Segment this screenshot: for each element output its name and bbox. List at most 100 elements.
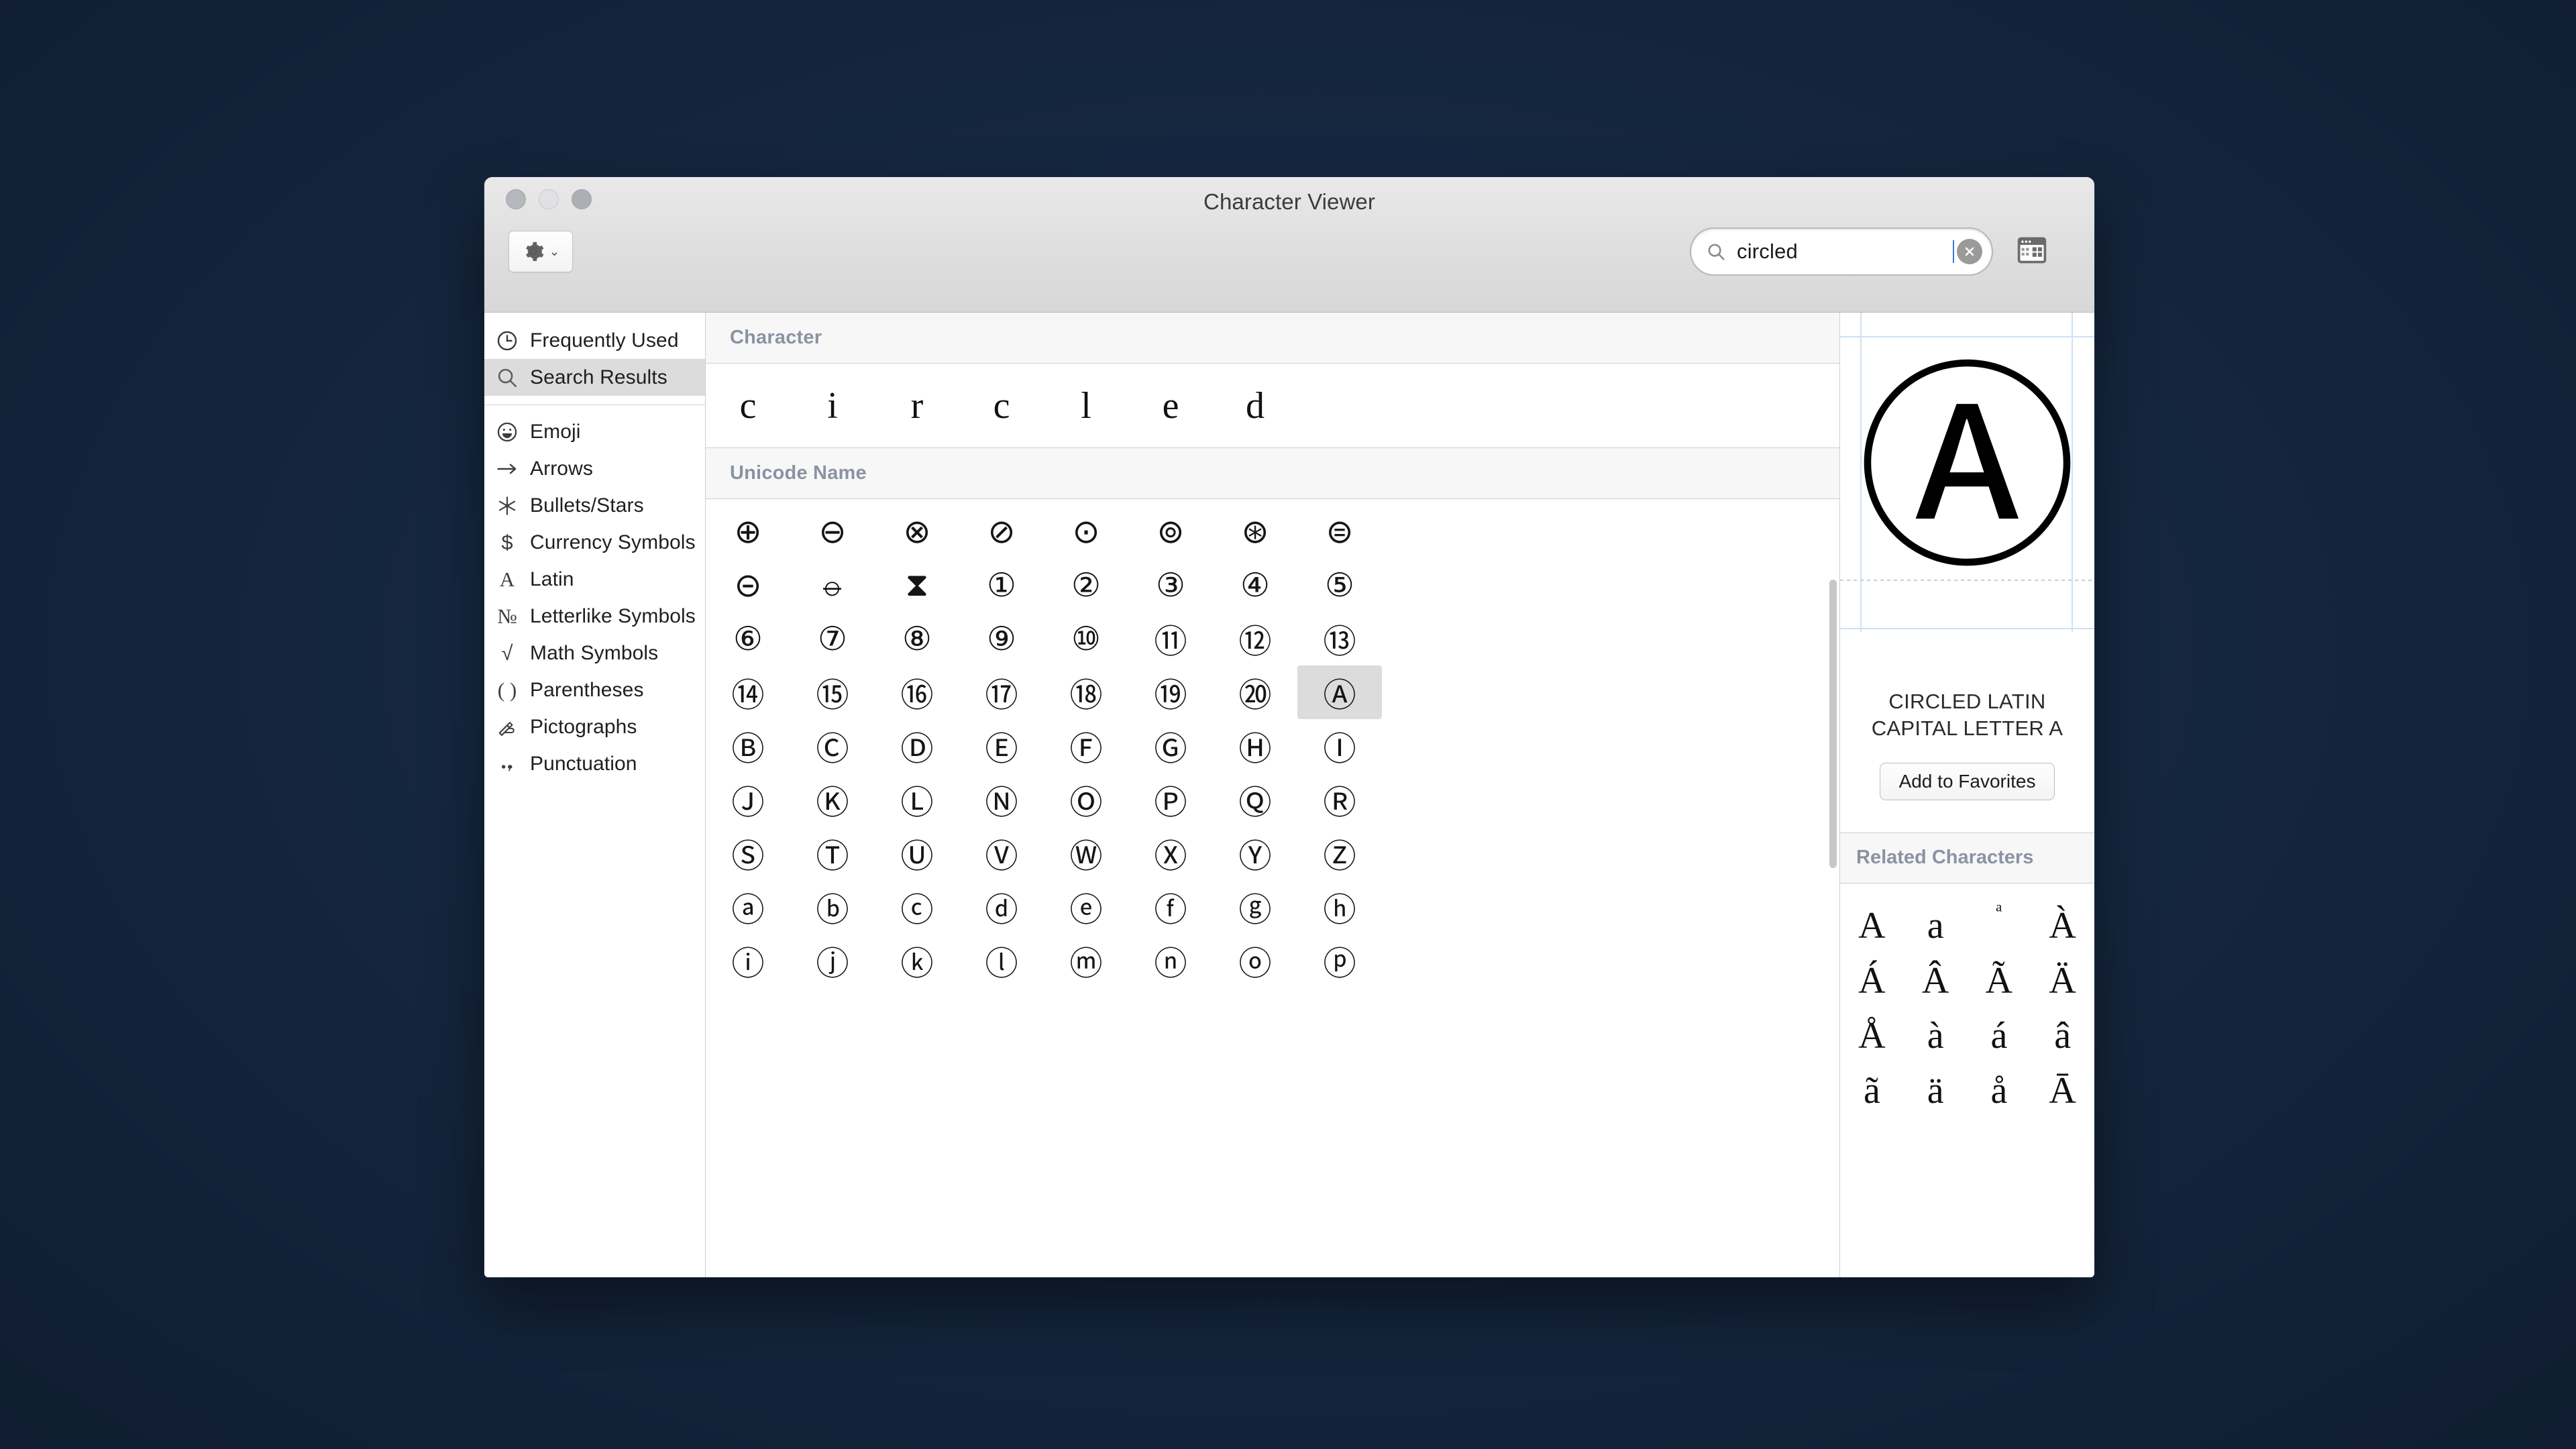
character-match-cell[interactable]: c bbox=[959, 384, 1044, 427]
character-grid-cell[interactable]: ⧗ bbox=[875, 558, 959, 612]
character-grid-cell[interactable]: ⊙ bbox=[1044, 504, 1128, 558]
character-grid-cell[interactable]: ⑪ bbox=[1128, 612, 1213, 665]
character-grid-cell[interactable]: Ⓧ bbox=[1128, 826, 1213, 880]
character-grid-cell[interactable]: ⓒ bbox=[875, 880, 959, 934]
character-grid-cell[interactable]: Ⓗ bbox=[1213, 719, 1297, 773]
sidebar-item-emoji[interactable]: Emoji bbox=[484, 413, 705, 450]
character-grid-cell[interactable]: ⑦ bbox=[790, 612, 875, 665]
sidebar-item-parentheses[interactable]: ( ) Parentheses bbox=[484, 672, 705, 708]
related-character-cell[interactable]: Ä bbox=[2031, 953, 2094, 1008]
character-grid-cell[interactable]: ⦵ bbox=[790, 558, 875, 612]
related-character-cell[interactable]: ᵃ bbox=[1968, 898, 2031, 953]
related-character-cell[interactable]: A bbox=[1840, 898, 1904, 953]
character-grid-cell[interactable]: ⑱ bbox=[1044, 665, 1128, 719]
character-grid-cell[interactable]: Ⓡ bbox=[1297, 773, 1382, 826]
character-grid-cell[interactable]: ⓗ bbox=[1297, 880, 1382, 934]
sidebar-item-frequently-used[interactable]: Frequently Used bbox=[484, 322, 705, 359]
character-match-cell[interactable]: r bbox=[875, 384, 959, 427]
character-grid-cell[interactable]: ⓟ bbox=[1297, 934, 1382, 987]
character-grid-cell[interactable]: Ⓝ bbox=[959, 773, 1044, 826]
character-grid-cell[interactable]: ⊕ bbox=[706, 504, 790, 558]
sidebar-item-bullets-stars[interactable]: Bullets/Stars bbox=[484, 487, 705, 524]
related-character-cell[interactable]: à bbox=[1904, 1008, 1968, 1063]
add-to-favorites-button[interactable]: Add to Favorites bbox=[1879, 762, 2055, 800]
character-grid-cell[interactable]: Ⓒ bbox=[790, 719, 875, 773]
clear-search-button[interactable] bbox=[1957, 239, 1982, 264]
character-grid-cell[interactable]: ⑯ bbox=[875, 665, 959, 719]
character-grid-cell[interactable]: ⓔ bbox=[1044, 880, 1128, 934]
character-grid-cell[interactable]: Ⓨ bbox=[1213, 826, 1297, 880]
sidebar-item-currency-symbols[interactable]: $ Currency Symbols bbox=[484, 524, 705, 561]
character-grid-cell[interactable]: Ⓤ bbox=[875, 826, 959, 880]
character-grid-cell[interactable]: ⑧ bbox=[875, 612, 959, 665]
related-character-cell[interactable]: À bbox=[2031, 898, 2094, 953]
related-character-cell[interactable]: Á bbox=[1840, 953, 1904, 1008]
related-character-cell[interactable]: á bbox=[1968, 1008, 2031, 1063]
character-grid-cell[interactable]: ⓙ bbox=[790, 934, 875, 987]
character-grid-cell[interactable]: ⊛ bbox=[1213, 504, 1297, 558]
character-grid-cell[interactable]: ③ bbox=[1128, 558, 1213, 612]
sidebar-item-arrows[interactable]: Arrows bbox=[484, 450, 705, 487]
character-grid-cell[interactable]: ⑫ bbox=[1213, 612, 1297, 665]
character-grid-cell[interactable]: ⓑ bbox=[790, 880, 875, 934]
character-grid-cell[interactable]: Ⓕ bbox=[1044, 719, 1128, 773]
character-grid-cell[interactable]: ⊗ bbox=[875, 504, 959, 558]
sidebar-item-letterlike-symbols[interactable]: № Letterlike Symbols bbox=[484, 598, 705, 635]
character-grid-cell[interactable]: ⑮ bbox=[790, 665, 875, 719]
sidebar-item-punctuation[interactable]: Punctuation bbox=[484, 745, 705, 782]
character-grid-cell[interactable]: ⓐ bbox=[706, 880, 790, 934]
character-grid-cell[interactable]: ① bbox=[959, 558, 1044, 612]
character-grid-cell[interactable]: ⑤ bbox=[1297, 558, 1382, 612]
character-grid-cell[interactable]: ⑲ bbox=[1128, 665, 1213, 719]
character-match-cell[interactable]: l bbox=[1044, 384, 1128, 427]
related-character-cell[interactable]: Â bbox=[1904, 953, 1968, 1008]
character-grid-cell[interactable]: Ⓓ bbox=[875, 719, 959, 773]
related-character-cell[interactable]: a bbox=[1904, 898, 1968, 953]
character-grid-cell[interactable]: ⑬ bbox=[1297, 612, 1382, 665]
character-grid-cell[interactable]: Ⓦ bbox=[1044, 826, 1128, 880]
character-match-cell[interactable]: i bbox=[790, 384, 875, 427]
toggle-panel-button[interactable] bbox=[2011, 231, 2053, 272]
character-match-cell[interactable]: c bbox=[706, 384, 790, 427]
character-grid-cell[interactable]: Ⓣ bbox=[790, 826, 875, 880]
character-grid-cell[interactable]: Ⓩ bbox=[1297, 826, 1382, 880]
related-character-cell[interactable]: Ā bbox=[2031, 1063, 2094, 1118]
character-grid-cell[interactable]: ⑳ bbox=[1213, 665, 1297, 719]
character-grid-cell[interactable]: ⓝ bbox=[1128, 934, 1213, 987]
character-grid-cell[interactable]: ⓜ bbox=[1044, 934, 1128, 987]
sidebar-item-search-results[interactable]: Search Results bbox=[484, 359, 705, 396]
sidebar-item-latin[interactable]: A Latin bbox=[484, 561, 705, 598]
character-grid-scrollbar[interactable] bbox=[1829, 580, 1837, 868]
character-grid-cell[interactable]: ⊖ bbox=[790, 504, 875, 558]
search-input[interactable]: circled bbox=[1690, 227, 1993, 276]
related-character-cell[interactable]: å bbox=[1968, 1063, 2031, 1118]
character-grid-cell[interactable]: Ⓙ bbox=[706, 773, 790, 826]
related-character-cell[interactable]: Ã bbox=[1968, 953, 2031, 1008]
character-grid-cell[interactable]: ④ bbox=[1213, 558, 1297, 612]
character-grid-cell[interactable]: ⓘ bbox=[706, 934, 790, 987]
action-menu-button[interactable]: ⌄ bbox=[508, 231, 573, 272]
character-grid-cell[interactable]: Ⓞ bbox=[1044, 773, 1128, 826]
character-grid-cell[interactable]: ⊝ bbox=[706, 558, 790, 612]
character-grid-cell[interactable]: ⑭ bbox=[706, 665, 790, 719]
character-grid-cell[interactable]: Ⓥ bbox=[959, 826, 1044, 880]
character-grid-cell[interactable]: Ⓘ bbox=[1297, 719, 1382, 773]
character-grid-cell[interactable]: Ⓔ bbox=[959, 719, 1044, 773]
character-grid-cell[interactable]: Ⓐ bbox=[1297, 665, 1382, 719]
character-grid-cell[interactable]: Ⓑ bbox=[706, 719, 790, 773]
related-character-cell[interactable]: ä bbox=[1904, 1063, 1968, 1118]
character-grid-cell[interactable]: ⑰ bbox=[959, 665, 1044, 719]
character-grid-cell[interactable]: ⑥ bbox=[706, 612, 790, 665]
character-grid-cell[interactable]: Ⓚ bbox=[790, 773, 875, 826]
character-grid-cell[interactable]: Ⓢ bbox=[706, 826, 790, 880]
character-grid-cell[interactable]: ⓛ bbox=[959, 934, 1044, 987]
character-grid-cell[interactable]: ⊘ bbox=[959, 504, 1044, 558]
character-grid-cell[interactable]: ⓖ bbox=[1213, 880, 1297, 934]
character-grid-cell[interactable]: ⓚ bbox=[875, 934, 959, 987]
character-grid-cell[interactable]: Ⓟ bbox=[1128, 773, 1213, 826]
character-grid-cell[interactable]: ⊚ bbox=[1128, 504, 1213, 558]
character-grid-cell[interactable]: Ⓖ bbox=[1128, 719, 1213, 773]
character-match-cell[interactable]: d bbox=[1213, 384, 1297, 427]
character-grid-cell[interactable]: ⑨ bbox=[959, 612, 1044, 665]
related-character-cell[interactable]: Å bbox=[1840, 1008, 1904, 1063]
